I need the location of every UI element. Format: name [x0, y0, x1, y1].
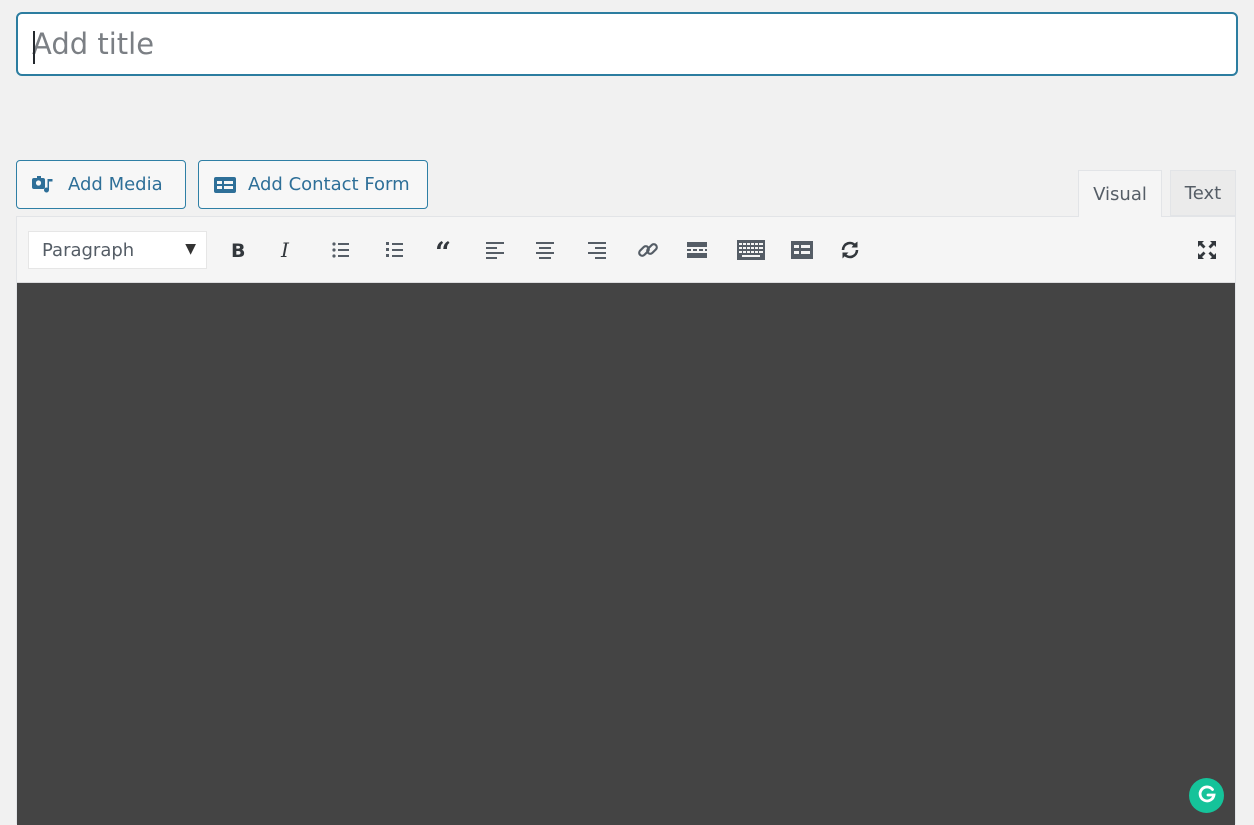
italic-icon: I	[277, 239, 297, 261]
media-icon	[31, 175, 57, 195]
link-icon	[637, 239, 659, 261]
tab-visual-label: Visual	[1093, 183, 1147, 205]
fullscreen-button[interactable]	[1189, 232, 1225, 268]
grammarly-button[interactable]	[1189, 778, 1224, 813]
tab-visual[interactable]: Visual	[1078, 170, 1162, 217]
grammarly-icon	[1196, 783, 1218, 809]
add-media-button[interactable]: Add Media	[16, 160, 186, 209]
editor: Paragraph ▼ B I “	[16, 216, 1236, 825]
align-left-button[interactable]	[477, 232, 513, 268]
dropdown-arrow-icon: ▼	[185, 241, 196, 257]
contact-form-icon	[213, 175, 237, 195]
bold-icon: B	[228, 239, 248, 261]
insert-contact-form-button[interactable]	[784, 232, 820, 268]
editor-toolbar: Paragraph ▼ B I “	[17, 217, 1235, 283]
bold-button[interactable]: B	[220, 232, 256, 268]
svg-text:“: “	[435, 240, 451, 260]
title-field[interactable]	[16, 12, 1238, 76]
numbered-list-icon	[385, 240, 405, 260]
add-media-label: Add Media	[68, 174, 163, 195]
refresh-icon	[839, 239, 861, 261]
add-contact-form-button[interactable]: Add Contact Form	[198, 160, 428, 209]
align-center-icon	[535, 240, 555, 260]
tab-text[interactable]: Text	[1170, 170, 1236, 216]
align-right-icon	[587, 240, 607, 260]
tab-text-label: Text	[1184, 182, 1222, 204]
refresh-button[interactable]	[832, 232, 868, 268]
italic-button[interactable]: I	[269, 232, 305, 268]
blockquote-button[interactable]: “	[427, 232, 463, 268]
title-input[interactable]	[18, 14, 1236, 74]
align-right-button[interactable]	[579, 232, 615, 268]
contact-form-icon	[790, 240, 814, 260]
insert-link-button[interactable]	[630, 232, 666, 268]
bulleted-list-button[interactable]	[323, 232, 359, 268]
toolbar-toggle-icon	[736, 239, 766, 261]
svg-text:I: I	[280, 239, 290, 261]
align-center-button[interactable]	[527, 232, 563, 268]
read-more-icon	[686, 240, 708, 260]
toolbar-toggle-button[interactable]	[733, 232, 769, 268]
text-caret	[33, 31, 35, 64]
format-select[interactable]: Paragraph ▼	[28, 231, 207, 269]
add-contact-form-label: Add Contact Form	[248, 174, 410, 195]
fullscreen-icon	[1197, 240, 1217, 260]
align-left-icon	[485, 240, 505, 260]
bulleted-list-icon	[331, 240, 351, 260]
svg-text:B: B	[231, 240, 245, 261]
numbered-list-button[interactable]	[377, 232, 413, 268]
blockquote-icon: “	[434, 240, 456, 260]
format-select-value: Paragraph	[42, 239, 135, 261]
read-more-button[interactable]	[679, 232, 715, 268]
editor-content-area[interactable]	[17, 283, 1235, 825]
